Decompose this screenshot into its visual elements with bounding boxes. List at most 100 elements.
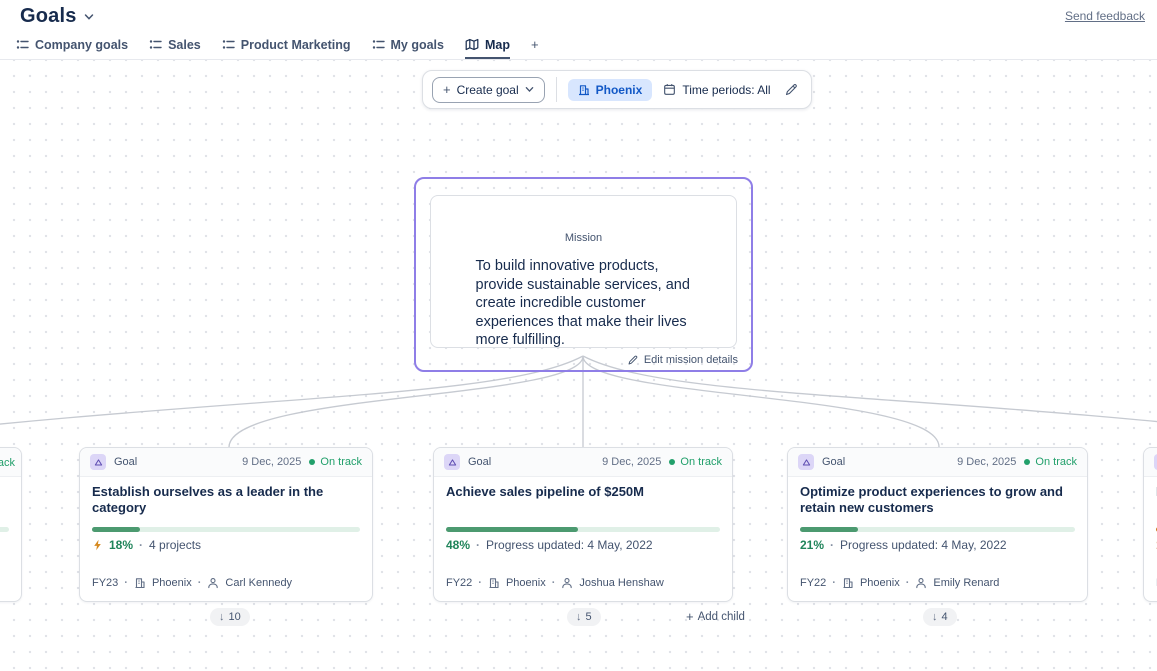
goal-icon <box>90 454 106 470</box>
goal-type-label: Goal <box>468 456 491 468</box>
goal-card-footer: FY23 Phoenix Carl Kennedy <box>92 577 364 589</box>
time-periods-filter[interactable]: Time periods: All <box>663 83 770 97</box>
tab-product-marketing[interactable]: Product Marketing <box>222 32 351 59</box>
status-text-fragment: rack <box>0 457 15 469</box>
org-building-icon <box>488 577 500 589</box>
goal-list-icon <box>222 38 235 51</box>
goal-title[interactable]: Optimize product experiences to grow and… <box>800 484 1075 515</box>
pencil-icon <box>627 354 639 366</box>
separator-dot <box>124 577 128 589</box>
toolbar-divider <box>556 77 557 102</box>
owner-label: Joshua Henshaw <box>579 577 663 589</box>
mission-text: To build innovative products, provide su… <box>476 257 692 350</box>
separator-dot <box>830 538 834 552</box>
status-label: On track <box>680 456 722 468</box>
chevron-down-icon[interactable] <box>84 12 94 22</box>
org-building-icon <box>134 577 146 589</box>
goal-icon <box>444 454 460 470</box>
tab-label: Product Marketing <box>241 38 351 52</box>
tab-map[interactable]: Map <box>465 32 510 59</box>
expand-children-badge[interactable]: 5 <box>567 608 601 626</box>
goal-date: 9 Dec, 2025 <box>242 456 301 468</box>
org-building-icon <box>578 84 590 96</box>
goal-card-header: Goal 9 Dec, 2025 On track <box>434 448 732 477</box>
separator-dot <box>906 577 910 589</box>
status-dot-icon <box>1024 459 1030 465</box>
goal-date: 9 Dec, 2025 <box>602 456 661 468</box>
progress-percent: 18% <box>109 538 133 552</box>
tab-label: My goals <box>391 38 445 52</box>
org-label: Phoenix <box>152 577 192 589</box>
goal-card[interactable]: Goal 9 Dec, 2025 On track Establish ours… <box>79 447 373 602</box>
separator-dot <box>476 538 480 552</box>
goal-type-label: Goal <box>822 456 845 468</box>
goal-card[interactable]: Goal 9 Dec, 2025 On track Achieve sales … <box>433 447 733 602</box>
goal-title[interactable]: Achieve sales pipeline of $250M <box>446 484 720 500</box>
progress-meta: Progress updated: 4 May, 2022 <box>840 538 1007 552</box>
mission-label: Mission <box>431 232 736 244</box>
goal-type-label: Goal <box>114 456 137 468</box>
status-dot-icon <box>669 459 675 465</box>
edit-mission-button[interactable]: Edit mission details <box>627 354 738 366</box>
status-dot-icon <box>309 459 315 465</box>
mission-card: Mission To build innovative products, pr… <box>430 195 737 348</box>
goal-icon <box>798 454 814 470</box>
add-child-label: Add child <box>698 611 745 623</box>
map-toolbar: Create goal Phoenix Time periods: All <box>422 70 812 109</box>
progress-fill <box>800 527 858 532</box>
goal-card-header: Goal <box>1144 448 1157 477</box>
progress-row: 21% Progress updated: 4 May, 2022 <box>800 538 1007 552</box>
send-feedback-link[interactable]: Send feedback <box>1065 9 1145 23</box>
org-label: Phoenix <box>860 577 900 589</box>
time-periods-label: Time periods: All <box>682 83 770 97</box>
tab-sales[interactable]: Sales <box>149 32 201 59</box>
arrow-down-icon <box>219 611 225 623</box>
time-period-label: FY23 <box>92 577 118 589</box>
children-count: 4 <box>942 611 948 623</box>
calendar-icon <box>663 83 676 96</box>
pencil-icon <box>784 82 799 97</box>
add-child-button[interactable]: Add child <box>686 610 745 624</box>
person-icon <box>207 577 219 589</box>
goal-card-partial-right[interactable]: Goal I 1 F <box>1143 447 1157 602</box>
time-period-label: FY22 <box>800 577 826 589</box>
status-badge: On track <box>669 456 722 468</box>
mission-node[interactable]: Mission To build innovative products, pr… <box>414 177 753 372</box>
plus-icon <box>531 36 539 54</box>
tab-my-goals[interactable]: My goals <box>372 32 445 59</box>
person-icon <box>915 577 927 589</box>
progress-row: 18% 4 projects <box>92 538 201 552</box>
create-goal-label: Create goal <box>457 83 519 97</box>
create-goal-button[interactable]: Create goal <box>432 77 545 103</box>
workspace-filter-chip[interactable]: Phoenix <box>568 79 653 101</box>
expand-children-badge[interactable]: 4 <box>923 608 957 626</box>
goal-list-icon <box>149 38 162 51</box>
goal-card-partial-left[interactable]: rack <box>0 447 22 602</box>
progress-bar <box>446 527 720 532</box>
tab-label: Map <box>485 38 510 52</box>
separator-dot <box>198 577 202 589</box>
tab-company-goals[interactable]: Company goals <box>16 32 128 59</box>
plus-icon <box>686 610 694 624</box>
tab-label: Company goals <box>35 38 128 52</box>
goal-title[interactable]: Establish ourselves as a leader in the c… <box>92 484 360 515</box>
goal-card-footer: FY22 Phoenix Joshua Henshaw <box>446 577 724 589</box>
progress-bar <box>92 527 360 532</box>
goal-list-icon <box>16 38 29 51</box>
add-tab-button[interactable] <box>531 32 539 59</box>
edit-mission-label: Edit mission details <box>644 354 738 366</box>
owner-label: Emily Renard <box>933 577 999 589</box>
status-badge: On track <box>1024 456 1077 468</box>
goal-card[interactable]: Goal 9 Dec, 2025 On track Optimize produ… <box>787 447 1088 602</box>
expand-children-badge[interactable]: 10 <box>210 608 250 626</box>
edit-filters-button[interactable] <box>784 82 799 97</box>
workspace-chip-label: Phoenix <box>596 83 643 97</box>
separator-dot <box>478 577 482 589</box>
arrow-down-icon <box>576 611 582 623</box>
goal-list-icon <box>372 38 385 51</box>
progress-bar <box>0 527 9 532</box>
separator-dot <box>832 577 836 589</box>
children-count: 10 <box>229 611 241 623</box>
tab-label: Sales <box>168 38 201 52</box>
org-building-icon <box>842 577 854 589</box>
